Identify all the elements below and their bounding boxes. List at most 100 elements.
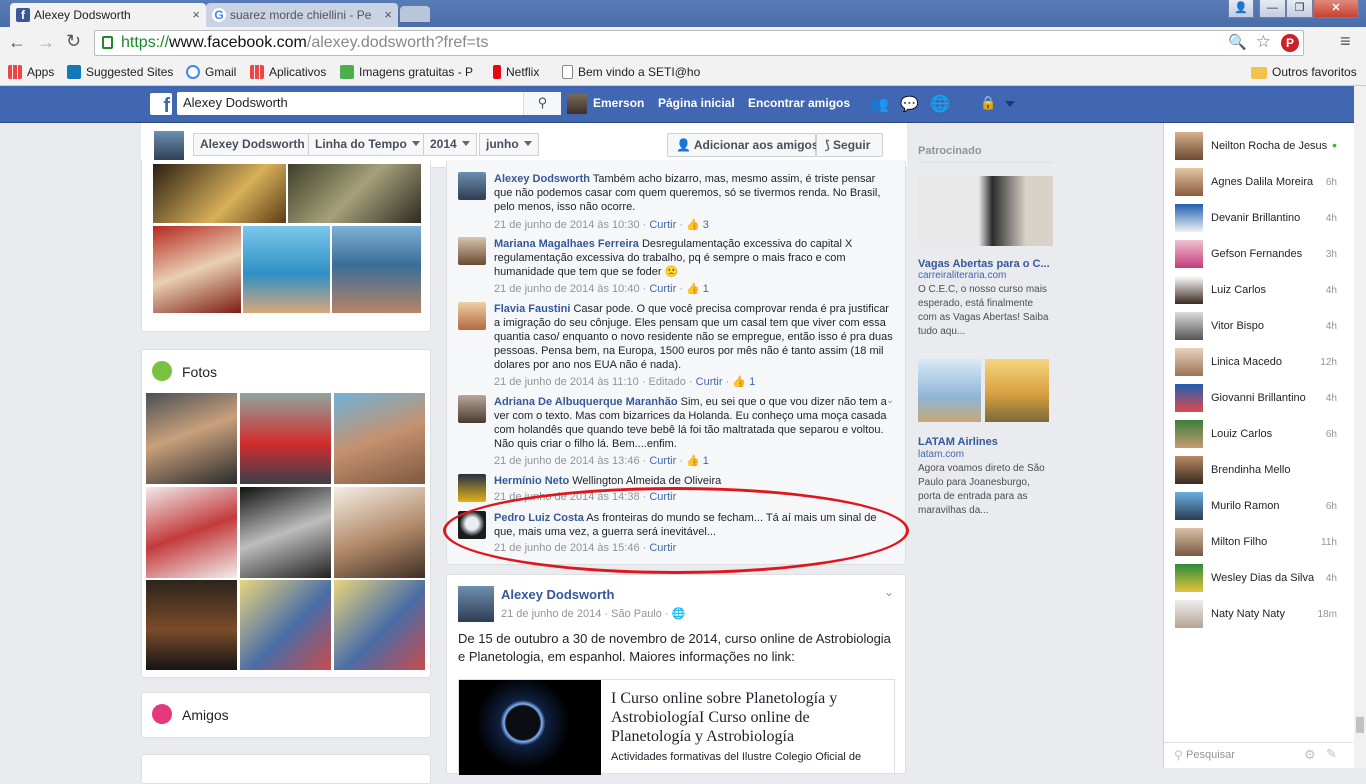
minimize-button[interactable]: — [1259, 0, 1286, 18]
messages-icon[interactable]: 💬 [900, 95, 919, 113]
chat-search[interactable]: ⚲ Pesquisar ⚙ ✎ [1164, 742, 1353, 768]
nav-home[interactable]: Página inicial [658, 96, 735, 110]
comment-author[interactable]: Hermínio Neto [494, 475, 569, 487]
bookmark-star-icon[interactable]: ☆ [1256, 30, 1271, 54]
friend-requests-icon[interactable]: 👥 [870, 95, 889, 113]
comment-author[interactable]: Mariana Magalhaes Ferreira [494, 238, 639, 250]
address-bar[interactable]: https://www.facebook.com/alexey.dodswort… [94, 30, 1304, 56]
add-friend-button[interactable]: 👤 Adicionar aos amigos [667, 133, 819, 157]
bookmark-imagens-gratuitas[interactable]: Imagens gratuitas - P [340, 65, 473, 79]
chat-friend[interactable]: Linica Macedo 12h [1175, 348, 1345, 378]
compose-icon[interactable]: ✎ [1326, 746, 1337, 762]
photo-thumb[interactable] [240, 580, 331, 670]
new-tab-button[interactable] [400, 6, 430, 22]
ad-image[interactable] [985, 359, 1049, 422]
photo-thumb[interactable] [334, 393, 425, 484]
photo-thumb[interactable] [240, 393, 331, 484]
comment-author[interactable]: Flavia Faustini [494, 303, 570, 315]
scrollbar-thumb[interactable] [1356, 717, 1364, 733]
post-date[interactable]: 21 de junho de 2014 [501, 608, 601, 620]
photo-thumb[interactable] [332, 226, 421, 313]
like-count[interactable]: 3 [703, 219, 709, 231]
like-link[interactable]: Curtir [649, 455, 676, 467]
post-options-icon[interactable]: ⌄ [884, 585, 894, 599]
link-preview[interactable]: I Curso online sobre Planetología y Astr… [458, 679, 895, 775]
ad-image[interactable] [918, 359, 981, 422]
tab-google-search[interactable]: G suarez morde chiellini - Pe × [206, 3, 398, 27]
menu-icon[interactable]: ≡ [1340, 31, 1351, 52]
comment-time[interactable]: 21 de junho de 2014 às 10:40 [494, 283, 640, 295]
chat-friend[interactable]: Naty Naty Naty 18m [1175, 600, 1345, 630]
edited-label[interactable]: Editado [649, 376, 686, 388]
bookmark-seti[interactable]: Bem vindo a SETI@ho [562, 65, 700, 79]
avatar[interactable] [458, 395, 486, 423]
chat-friend[interactable]: Vitor Bispo 4h [1175, 312, 1345, 342]
bookmark-apps[interactable]: Apps [8, 65, 54, 79]
chat-friend[interactable]: Milton Filho 11h [1175, 528, 1345, 558]
photo-thumb[interactable] [334, 580, 425, 670]
ad-domain[interactable]: latam.com [918, 449, 964, 460]
chat-friend[interactable]: Luiz Carlos 4h [1175, 276, 1345, 306]
reload-icon[interactable]: ↻ [66, 31, 81, 52]
user-avatar[interactable] [567, 94, 587, 114]
avatar[interactable] [458, 474, 486, 502]
year-dropdown[interactable]: 2014 [423, 133, 477, 156]
like-link[interactable]: Curtir [696, 376, 723, 388]
bookmark-aplicativos[interactable]: Aplicativos [250, 65, 326, 79]
comment-author[interactable]: Adriana De Albuquerque Maranhão [494, 396, 678, 408]
search-icon[interactable]: ⚲ [523, 92, 561, 115]
bookmark-netflix[interactable]: Netflix [493, 65, 539, 79]
chat-friend[interactable]: Neilton Rocha de Jesus • [1175, 132, 1345, 162]
tab-alexey[interactable]: f Alexey Dodsworth × [10, 3, 206, 27]
photo-thumb[interactable] [243, 226, 330, 313]
pinterest-icon[interactable]: P [1281, 34, 1299, 52]
photos-title[interactable]: Fotos [182, 364, 217, 380]
ad-title[interactable]: LATAM Airlines [918, 436, 998, 448]
photo-thumb[interactable] [146, 487, 237, 578]
photo-thumb[interactable] [146, 580, 237, 670]
account-menu-icon[interactable] [1005, 101, 1015, 107]
maximize-button[interactable]: ❐ [1286, 0, 1313, 18]
avatar[interactable] [458, 237, 486, 265]
close-window-button[interactable]: ✕ [1313, 0, 1359, 18]
chat-friend[interactable]: Wesley Dias da Silva 4h [1175, 564, 1345, 594]
comment-time[interactable]: 21 de junho de 2014 às 10:30 [494, 219, 640, 231]
back-icon[interactable]: ← [8, 32, 26, 53]
ad-image[interactable] [918, 176, 1053, 246]
photo-thumb[interactable] [153, 226, 241, 313]
user-icon[interactable]: 👤 [1228, 0, 1254, 18]
chat-friend[interactable]: Brendinha Mello [1175, 456, 1345, 486]
bookmark-gmail[interactable]: Gmail [186, 65, 236, 79]
friends-title[interactable]: Amigos [182, 707, 229, 723]
chat-friend[interactable]: Gefson Fernandes 3h [1175, 240, 1345, 270]
comment-time[interactable]: 21 de junho de 2014 às 13:46 [494, 455, 640, 467]
comment-options-icon[interactable]: ⌄ [886, 395, 894, 406]
photo-thumb[interactable] [146, 393, 237, 484]
forward-icon[interactable]: → [37, 32, 55, 53]
chat-friend[interactable]: Devanir Brillantino 4h [1175, 204, 1345, 234]
comment-author[interactable]: Alexey Dodsworth [494, 173, 590, 185]
timeline-dropdown[interactable]: Linha do Tempo [308, 133, 427, 156]
profile-thumbnail[interactable] [154, 131, 184, 161]
comment-time[interactable]: 21 de junho de 2014 às 11:10 [494, 376, 639, 388]
gear-icon[interactable]: ⚙ [1304, 747, 1316, 763]
chat-friend[interactable]: Agnes Dalila Moreira 6h [1175, 168, 1345, 198]
post-author[interactable]: Alexey Dodsworth [501, 587, 614, 602]
photo-thumb[interactable] [288, 164, 421, 223]
chat-friend[interactable]: Giovanni Brillantino 4h [1175, 384, 1345, 414]
avatar[interactable] [458, 586, 494, 622]
page-scrollbar[interactable] [1354, 86, 1366, 768]
ad-title[interactable]: Vagas Abertas para o C... [918, 258, 1050, 270]
chat-friend[interactable]: Louiz Carlos 6h [1175, 420, 1345, 450]
profile-name-button[interactable]: Alexey Dodsworth [193, 133, 312, 156]
nav-profile-emerson[interactable]: Emerson [593, 96, 644, 110]
chat-friend[interactable]: Murilo Ramon 6h [1175, 492, 1345, 522]
facebook-logo-icon[interactable]: f [150, 93, 172, 115]
photo-thumb[interactable] [153, 164, 286, 223]
close-tab-icon[interactable]: × [384, 7, 392, 22]
month-dropdown[interactable]: junho [479, 133, 539, 156]
photo-thumb[interactable] [240, 487, 331, 578]
bookmark-other[interactable]: Outros favoritos [1251, 65, 1357, 79]
photo-thumb[interactable] [334, 487, 425, 578]
notifications-globe-icon[interactable]: 🌐 [930, 94, 950, 114]
